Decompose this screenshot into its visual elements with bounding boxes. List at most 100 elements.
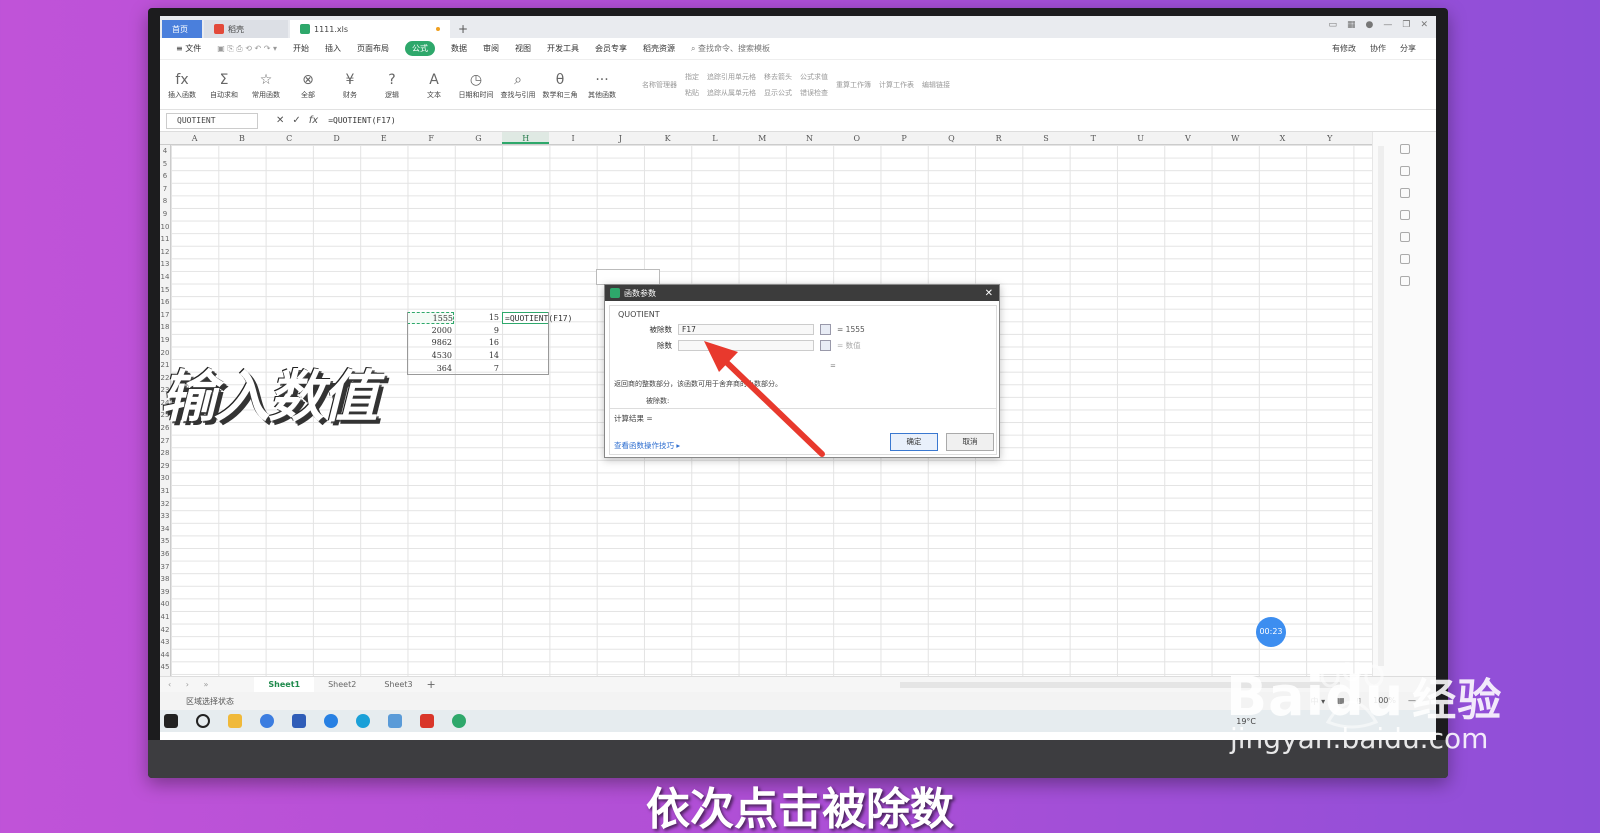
row-header-29[interactable]: 29 [160, 460, 170, 473]
sheet-nav-arrows[interactable]: ‹ › » [168, 680, 214, 689]
fx-icon[interactable]: fx [309, 115, 318, 126]
cancel-icon[interactable]: ✕ [276, 115, 284, 126]
ribbon-button-8[interactable]: ⌕ 查找与引用 [498, 70, 538, 100]
column-header-y[interactable]: Y [1306, 132, 1353, 144]
row-header-27[interactable]: 27 [160, 435, 170, 448]
confirm-icon[interactable]: ✓ [292, 115, 300, 126]
ribbon-button-2[interactable]: ☆ 常用函数 [246, 70, 286, 100]
row-header-32[interactable]: 32 [160, 498, 170, 511]
arg1-input[interactable]: F17 [678, 324, 814, 335]
column-header-i[interactable]: I [549, 132, 596, 144]
close-window-icon[interactable]: ✕ [1420, 20, 1428, 30]
menu-review[interactable]: 审阅 [483, 43, 499, 54]
bird-app-icon[interactable] [292, 714, 306, 728]
ribbon-button-9[interactable]: θ 数学和三角 [540, 70, 580, 100]
sidebar-property-icon[interactable] [1399, 232, 1410, 242]
ribbon-small-button[interactable]: 错误检查 [800, 88, 828, 98]
chat-icon[interactable] [260, 714, 274, 728]
sidebar-settings-icon[interactable] [1399, 210, 1410, 220]
column-header-g[interactable]: G [455, 132, 502, 144]
row-header-34[interactable]: 34 [160, 523, 170, 536]
row-header-41[interactable]: 41 [160, 611, 170, 624]
row-header-9[interactable]: 9 [160, 208, 170, 221]
help-link[interactable]: 查看函数操作技巧 ▸ [614, 440, 680, 451]
row-header-36[interactable]: 36 [160, 548, 170, 561]
column-header-t[interactable]: T [1070, 132, 1117, 144]
ribbon-small-button[interactable]: 指定 [685, 72, 699, 82]
sidebar-cursor-icon[interactable] [1399, 166, 1410, 176]
column-header-l[interactable]: L [691, 132, 738, 144]
range-picker-icon[interactable] [820, 340, 831, 351]
column-header-k[interactable]: K [644, 132, 691, 144]
menu-view[interactable]: 视图 [515, 43, 531, 54]
search-command[interactable]: ⌕ 查找命令、搜索模板 [691, 43, 770, 54]
row-header-18[interactable]: 18 [160, 321, 170, 334]
row-header-31[interactable]: 31 [160, 485, 170, 498]
new-tab-button[interactable]: + [458, 20, 468, 38]
sheet-tab-2[interactable]: Sheet2 [314, 677, 370, 693]
row-header-8[interactable]: 8 [160, 195, 170, 208]
edge-icon[interactable] [356, 714, 370, 728]
menu-page-layout[interactable]: 页面布局 [357, 43, 389, 54]
ribbon-small-button[interactable]: 追踪从属单元格 [707, 88, 756, 98]
file-explorer-icon[interactable] [228, 714, 242, 728]
row-header-7[interactable]: 7 [160, 183, 170, 196]
row-header-12[interactable]: 12 [160, 246, 170, 259]
grid-icon[interactable]: ▦ [1347, 20, 1356, 30]
row-header-4[interactable]: 4 [160, 145, 170, 158]
ribbon-button-4[interactable]: ¥ 财务 [330, 70, 370, 100]
tab-docer[interactable]: 稻壳 [204, 20, 288, 38]
menu-formula[interactable]: 公式 [405, 41, 435, 56]
row-header-13[interactable]: 13 [160, 258, 170, 271]
row-header-5[interactable]: 5 [160, 158, 170, 171]
row-header-45[interactable]: 45 [160, 661, 170, 674]
row-header-44[interactable]: 44 [160, 649, 170, 662]
row-header-10[interactable]: 10 [160, 221, 170, 234]
menu-developer[interactable]: 开发工具 [547, 43, 579, 54]
windows-start-icon[interactable] [164, 714, 178, 728]
layout-icon[interactable]: ▭ [1328, 20, 1337, 30]
ribbon-small-button[interactable]: 编辑链接 [922, 80, 950, 90]
row-header-15[interactable]: 15 [160, 284, 170, 297]
row-header-37[interactable]: 37 [160, 561, 170, 574]
ok-button[interactable]: 确定 [890, 433, 938, 451]
column-header-j[interactable]: J [597, 132, 644, 144]
minimize-icon[interactable]: — [1383, 20, 1392, 30]
sidebar-help-icon[interactable] [1399, 188, 1410, 198]
ribbon-button-6[interactable]: A 文本 [414, 70, 454, 100]
ribbon-button-10[interactable]: ··· 其他函数 [582, 70, 622, 100]
ribbon-small-button[interactable]: 移去箭头 [764, 72, 792, 82]
row-header-14[interactable]: 14 [160, 271, 170, 284]
name-box[interactable]: QUOTIENT [166, 112, 258, 129]
sheet-tab-3[interactable]: Sheet3 [370, 677, 426, 693]
column-header-o[interactable]: O [833, 132, 880, 144]
column-header-d[interactable]: D [313, 132, 360, 144]
row-header-11[interactable]: 11 [160, 233, 170, 246]
share-button[interactable]: 分享 [1400, 43, 1416, 54]
tab-file[interactable]: 1111.xls [290, 20, 450, 38]
column-header-p[interactable]: P [880, 132, 927, 144]
row-header-19[interactable]: 19 [160, 334, 170, 347]
vertical-scrollbar[interactable] [1378, 146, 1384, 666]
row-header-28[interactable]: 28 [160, 447, 170, 460]
ribbon-small-button[interactable]: 显示公式 [764, 88, 792, 98]
restore-icon[interactable]: ❐ [1402, 20, 1410, 30]
row-header-6[interactable]: 6 [160, 170, 170, 183]
arg2-input[interactable] [678, 340, 814, 351]
row-header-42[interactable]: 42 [160, 624, 170, 637]
wps-icon[interactable] [420, 714, 434, 728]
ribbon-button-3[interactable]: ⊗ 全部 [288, 70, 328, 100]
add-sheet-icon[interactable]: + [427, 678, 436, 691]
menu-member[interactable]: 会员专享 [595, 43, 627, 54]
sheet-tab-1[interactable]: Sheet1 [254, 676, 315, 693]
menu-start[interactable]: 开始 [293, 43, 309, 54]
ribbon-small-button[interactable]: 粘贴 [685, 88, 699, 98]
ribbon-small-button[interactable]: 追踪引用单元格 [707, 72, 756, 82]
wps-sheet-taskbar-icon[interactable] [452, 714, 466, 728]
avatar[interactable]: ● [1366, 20, 1374, 30]
menu-data[interactable]: 数据 [451, 43, 467, 54]
ribbon-small-button[interactable]: 重算工作簿 [836, 80, 871, 90]
menu-file[interactable]: ≡ 文件 [176, 43, 201, 54]
column-header-m[interactable]: M [739, 132, 786, 144]
formula-input[interactable]: =QUOTIENT(F17) [328, 116, 395, 125]
